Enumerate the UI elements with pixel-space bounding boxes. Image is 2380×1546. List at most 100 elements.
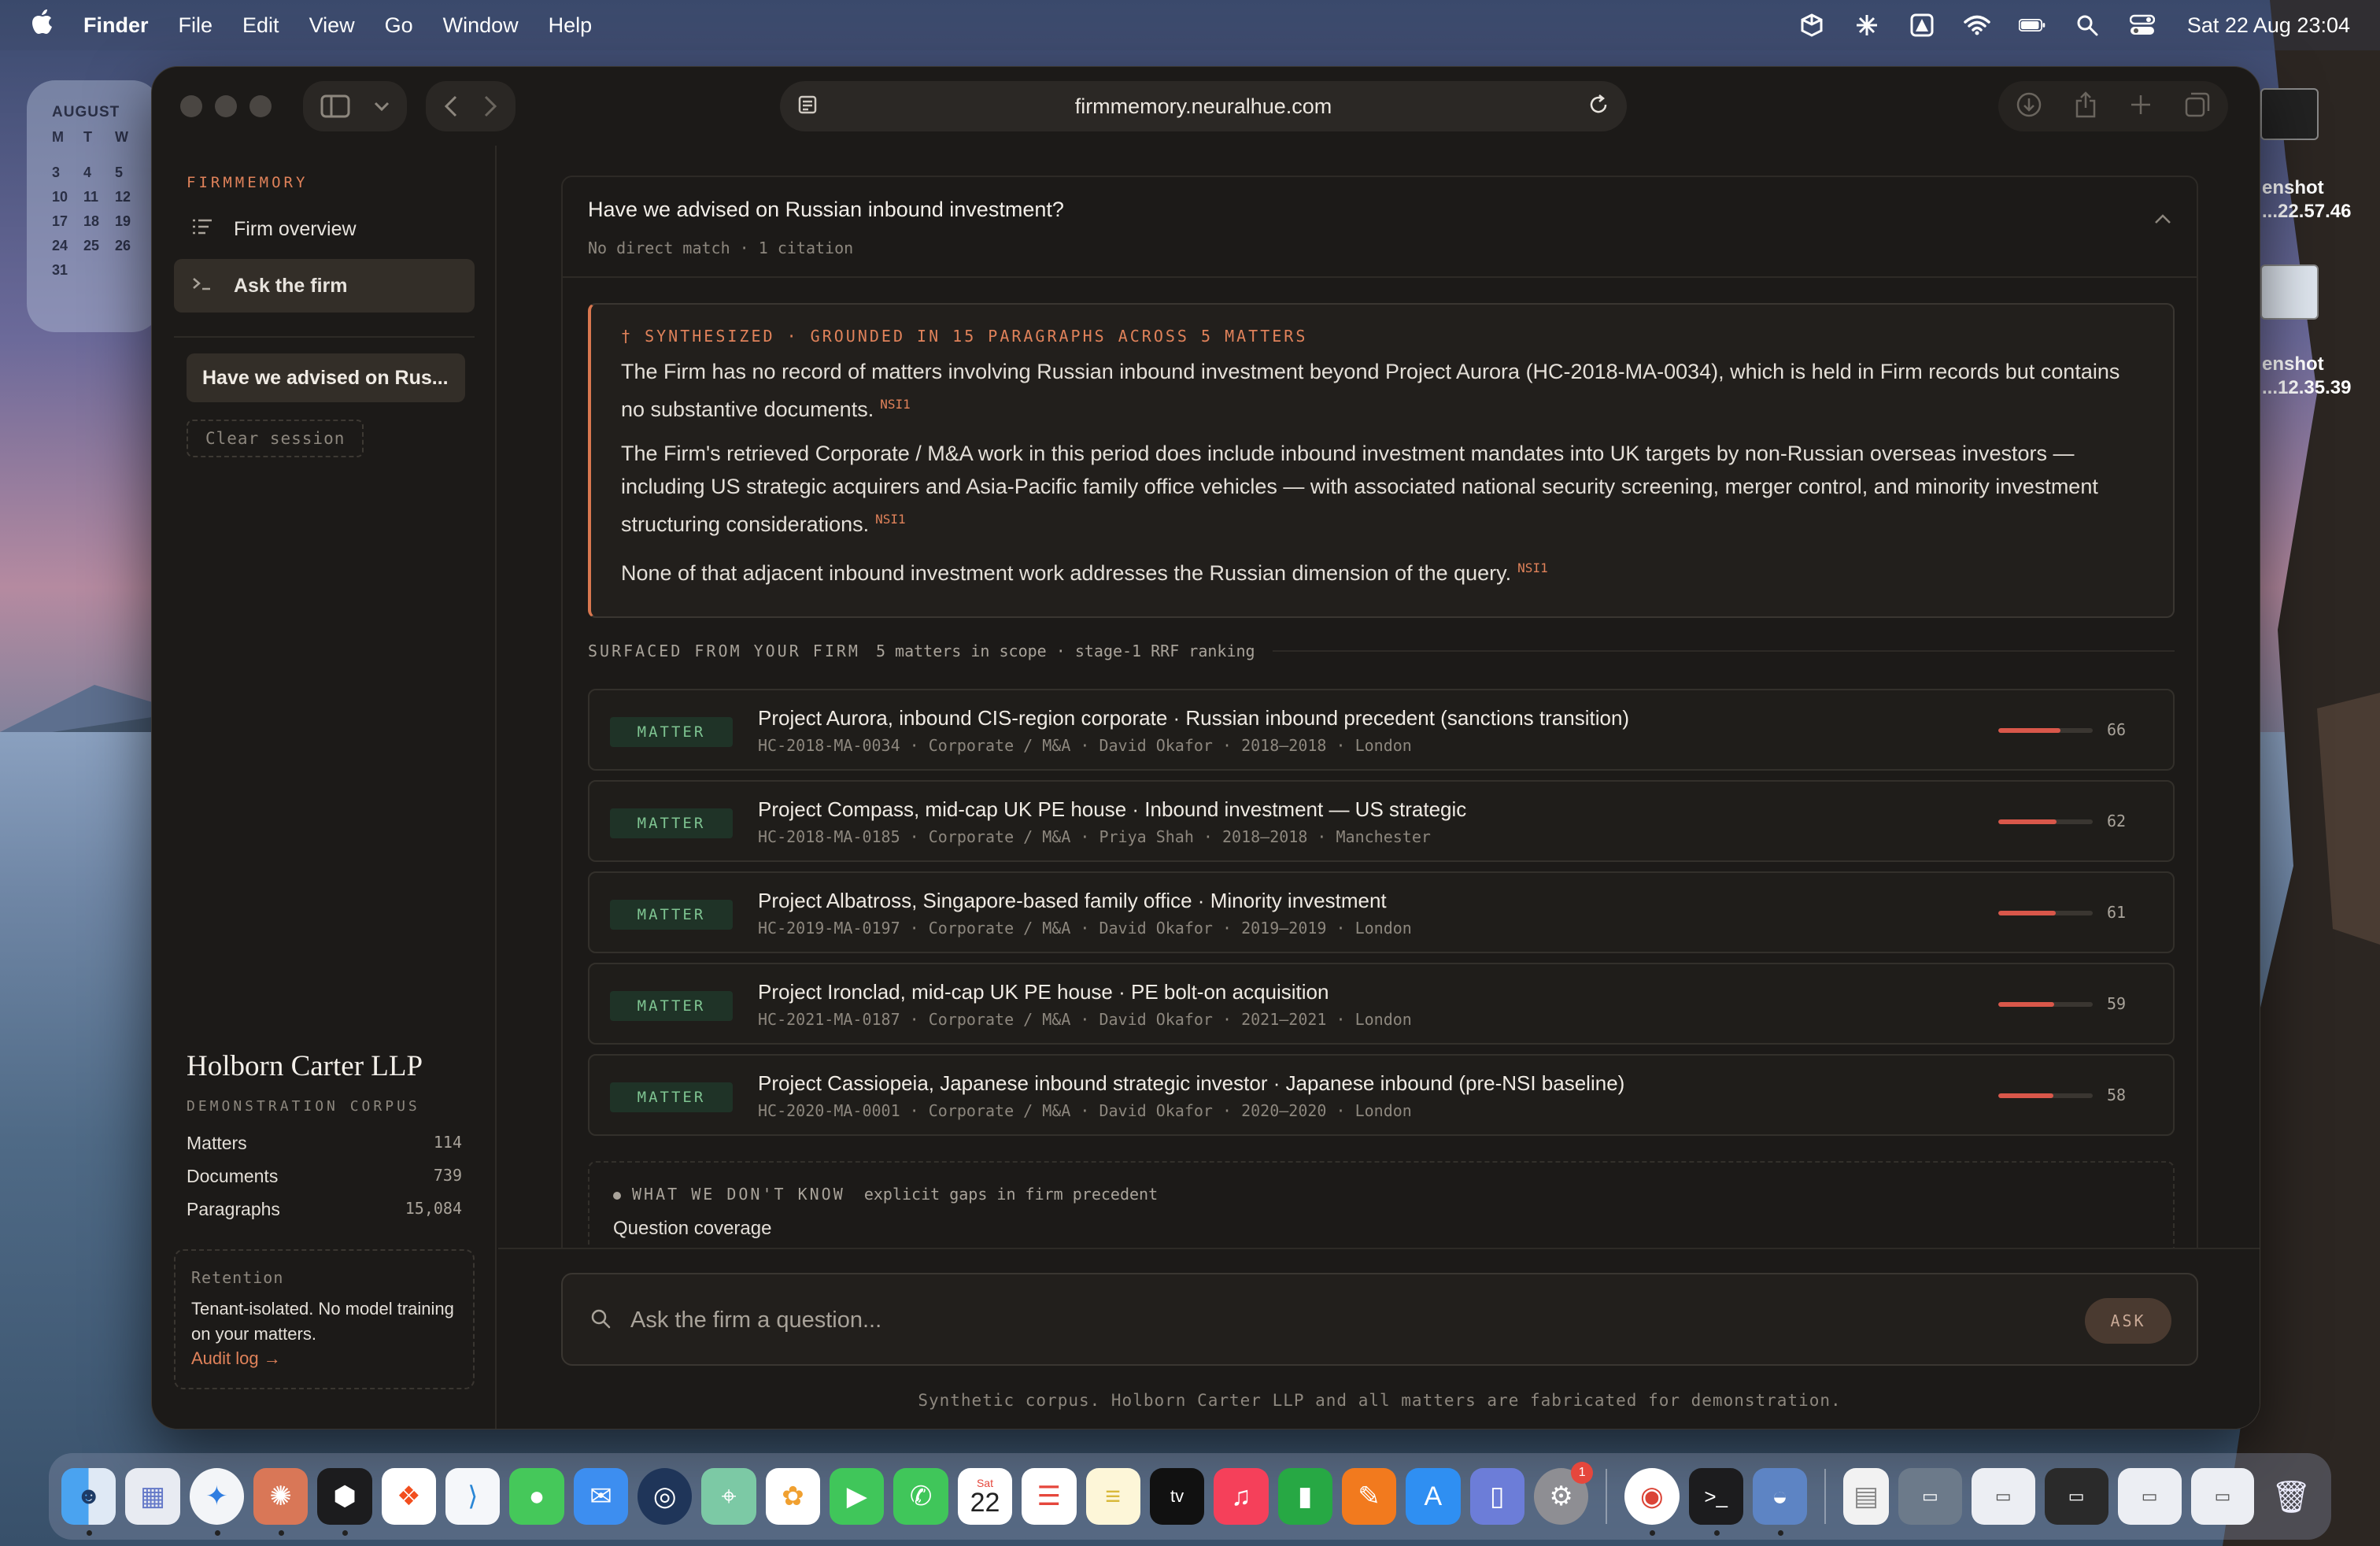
matter-row[interactable]: MATTER Project Cassiopeia, Japanese inbo…: [588, 1054, 2175, 1136]
window-thumbnail-dock-icon[interactable]: ▭: [2044, 1468, 2108, 1525]
address-bar[interactable]: firmmemory.neuralhue.com: [780, 81, 1627, 131]
document-dock-icon[interactable]: ▤: [1843, 1468, 1889, 1525]
answer-text: The Firm has no record of matters involv…: [621, 360, 2120, 421]
new-tab-icon[interactable]: [2129, 93, 2153, 120]
share-icon[interactable]: [2074, 91, 2097, 123]
answer-paragraph: The Firm has no record of matters involv…: [621, 355, 2145, 426]
launchpad-dock-icon[interactable]: ▦: [125, 1468, 180, 1525]
matter-title: Project Cassiopeia, Japanese inbound str…: [758, 1071, 1625, 1095]
calendar-dock-icon[interactable]: Sat 22: [957, 1468, 1013, 1525]
calendar-widget[interactable]: AUGUST M T W 3 4 5 10 11 12 17 18 19 24 …: [27, 80, 161, 332]
citation-marker[interactable]: NSI1: [875, 512, 906, 527]
bar-chart-icon: ▮: [1297, 1481, 1313, 1511]
mail-dock-icon[interactable]: ✉: [573, 1468, 629, 1525]
notes-dock-icon[interactable]: ≡: [1085, 1468, 1140, 1525]
relevance-bar-fill: [1998, 819, 2057, 824]
clear-session-button[interactable]: Clear session: [187, 420, 364, 457]
question-subtitle: No direct match · 1 citation: [588, 239, 854, 257]
downloads-icon[interactable]: [2016, 91, 2042, 122]
menu-window[interactable]: Window: [443, 13, 519, 38]
maps-dock-icon[interactable]: ⌖: [701, 1468, 756, 1525]
trash-dock-icon[interactable]: 🗑: [2264, 1468, 2318, 1525]
menu-edit[interactable]: Edit: [242, 13, 279, 38]
desktop-file-thumbnail[interactable]: [2260, 264, 2319, 320]
gaps-meta: explicit gaps in firm precedent: [863, 1185, 1159, 1204]
numbers-dock-icon[interactable]: ▮: [1277, 1468, 1332, 1525]
sidebar-toggle-icon[interactable]: [320, 94, 350, 118]
desktop-file-label[interactable]: enshot ...12.35.39: [2262, 353, 2351, 400]
forward-arrow-icon[interactable]: [482, 94, 498, 118]
battery-icon[interactable]: [2018, 12, 2046, 39]
photos-dock-icon[interactable]: ✿: [765, 1468, 821, 1525]
chevron-up-icon[interactable]: [2154, 213, 2171, 228]
messages-dock-icon[interactable]: ●: [509, 1468, 564, 1525]
menu-file[interactable]: File: [179, 13, 213, 38]
window-thumbnail-dock-icon[interactable]: ▭: [1898, 1468, 1962, 1525]
delta-app-icon[interactable]: [1909, 12, 1935, 39]
close-window-button[interactable]: [180, 95, 202, 117]
apple-menu-icon[interactable]: [30, 9, 54, 42]
app-store-dock-icon[interactable]: A: [1406, 1468, 1461, 1525]
question-header[interactable]: Have we advised on Russian inbound inves…: [563, 177, 2197, 278]
tab-overview-icon[interactable]: [2184, 91, 2211, 122]
facetime-dock-icon[interactable]: ▶: [830, 1468, 885, 1525]
disk-utility-dock-icon[interactable]: ◒: [1752, 1468, 1808, 1536]
matter-row[interactable]: MATTER Project Albatross, Singapore-base…: [588, 871, 2175, 953]
day: 5: [115, 165, 124, 180]
matter-row[interactable]: MATTER Project Aurora, inbound CIS-regio…: [588, 689, 2175, 771]
desktop-file-thumbnail[interactable]: [2260, 88, 2319, 140]
settings-dock-icon[interactable]: ⚙ 1: [1533, 1462, 1594, 1525]
menu-view[interactable]: View: [309, 13, 355, 38]
control-center-icon[interactable]: [2129, 12, 2156, 39]
menu-bar: Finder File Edit View Go Window Help Sat…: [0, 0, 2380, 50]
spotlight-search-icon[interactable]: [2074, 12, 2101, 39]
file-name: ...12.35.39: [2262, 377, 2352, 398]
vscode-dock-icon[interactable]: ⟩: [445, 1468, 501, 1525]
audit-log-link[interactable]: Audit log →: [191, 1348, 281, 1369]
session-history-item[interactable]: Have we advised on Rus...: [187, 353, 465, 402]
day: 24: [52, 238, 68, 253]
terminal-dock-icon[interactable]: >_: [1688, 1468, 1743, 1536]
menu-clock[interactable]: Sat 22 Aug 23:04: [2187, 13, 2350, 38]
figma-dock-icon[interactable]: ❖: [381, 1468, 437, 1525]
menu-go[interactable]: Go: [385, 13, 413, 38]
figma-icon: ❖: [397, 1481, 421, 1511]
cube-app-dock-icon[interactable]: ⬢: [317, 1468, 372, 1536]
finder-dock-icon[interactable]: ☻: [61, 1468, 116, 1536]
matter-row[interactable]: MATTER Project Compass, mid-cap UK PE ho…: [588, 780, 2175, 862]
phone-dock-icon[interactable]: ✆: [893, 1468, 948, 1525]
menu-help[interactable]: Help: [549, 13, 593, 38]
file-name: enshot: [2262, 353, 2324, 375]
system-app-dock-icon[interactable]: ◎: [638, 1468, 693, 1525]
nav-firm-overview[interactable]: Firm overview: [174, 202, 475, 256]
relevance-bar: [1998, 728, 2093, 733]
tv-dock-icon[interactable]: tv: [1149, 1468, 1205, 1525]
reminders-dock-icon[interactable]: ☰: [1022, 1468, 1077, 1525]
desktop-file-label[interactable]: enshot ...22.57.46: [2262, 176, 2351, 224]
claude-dock-icon[interactable]: ✺: [253, 1468, 309, 1536]
iphone-mirroring-dock-icon[interactable]: ▯: [1469, 1468, 1524, 1525]
pages-dock-icon[interactable]: ✎: [1341, 1468, 1397, 1525]
minimize-window-button[interactable]: [215, 95, 237, 117]
cube-icon[interactable]: [1798, 12, 1825, 39]
music-dock-icon[interactable]: ♫: [1214, 1468, 1269, 1525]
day: 19: [115, 213, 131, 229]
wifi-icon[interactable]: [1964, 12, 1990, 39]
question-input[interactable]: [630, 1298, 1968, 1342]
nav-ask-the-firm[interactable]: Ask the firm: [174, 259, 475, 313]
window-thumbnail-dock-icon[interactable]: ▭: [2190, 1468, 2255, 1525]
matter-row[interactable]: MATTER Project Ironclad, mid-cap UK PE h…: [588, 963, 2175, 1045]
chevron-down-icon[interactable]: [374, 101, 390, 112]
ask-button[interactable]: ASK: [2085, 1298, 2171, 1344]
safari-dock-icon[interactable]: ✦: [189, 1468, 245, 1536]
menu-app-finder[interactable]: Finder: [83, 13, 149, 38]
citation-marker[interactable]: NSI1: [1517, 560, 1548, 575]
chrome-dock-icon[interactable]: ◉: [1624, 1468, 1680, 1536]
window-thumbnail-dock-icon[interactable]: ▭: [1971, 1468, 2035, 1525]
citation-marker[interactable]: NSI1: [880, 397, 911, 412]
sparkle-icon[interactable]: [1853, 12, 1880, 39]
back-arrow-icon[interactable]: [443, 94, 459, 118]
stat-value: 114: [433, 1133, 462, 1152]
zoom-window-button[interactable]: [249, 95, 272, 117]
window-thumbnail-dock-icon[interactable]: ▭: [2117, 1468, 2182, 1525]
